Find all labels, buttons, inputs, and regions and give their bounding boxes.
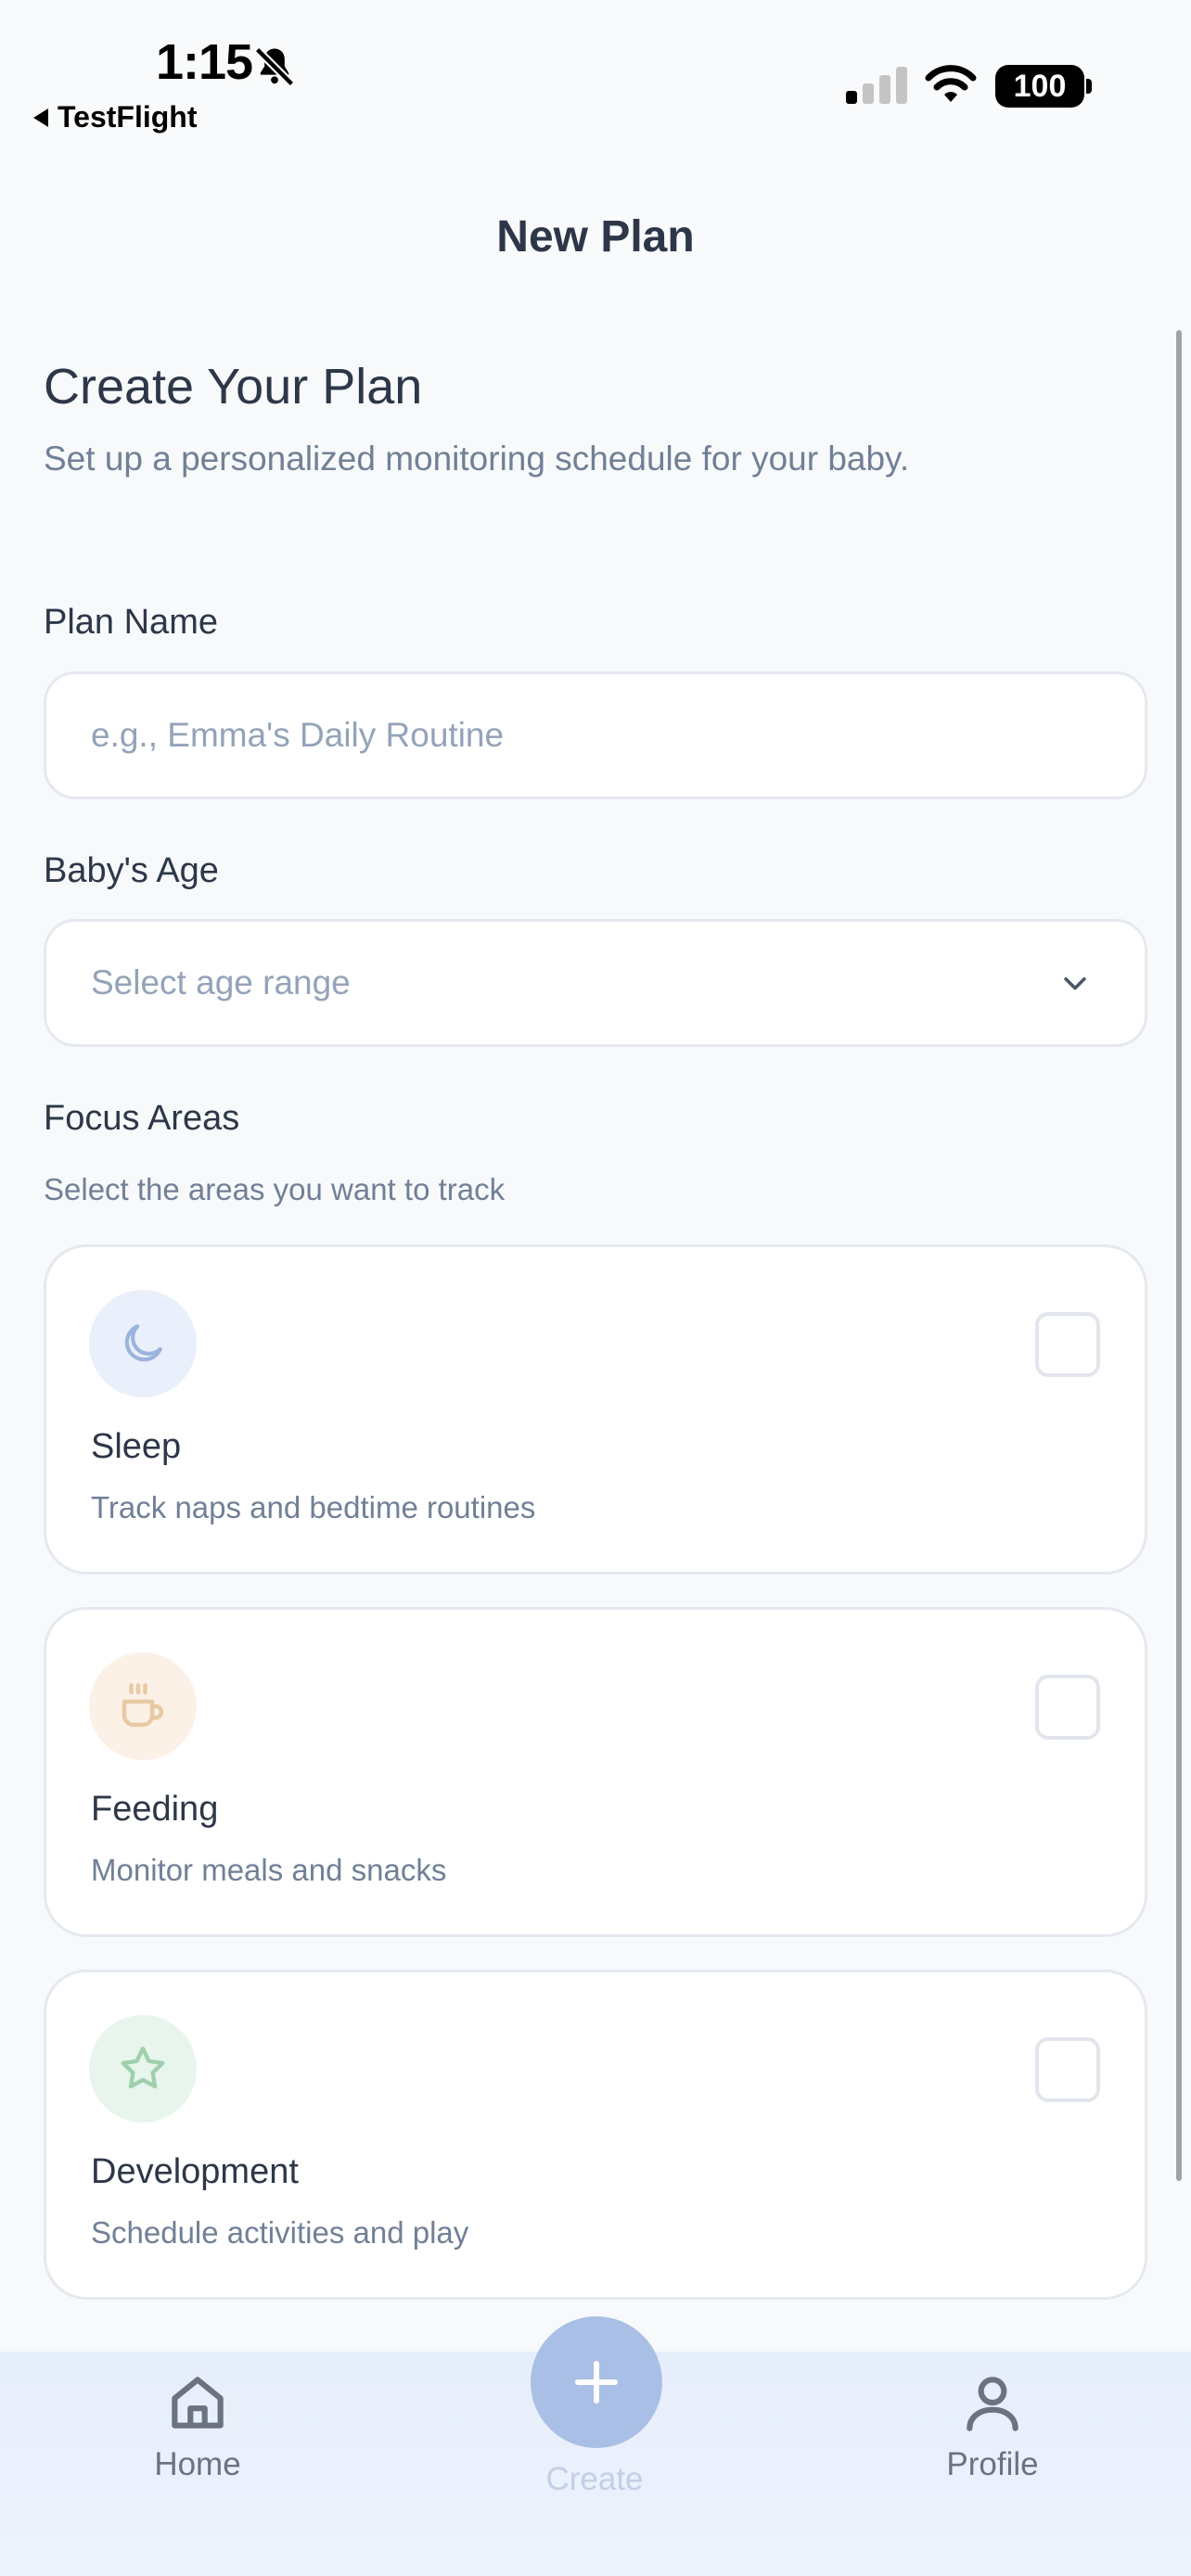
- back-to-testflight[interactable]: TestFlight: [33, 100, 198, 134]
- tab-profile[interactable]: Profile: [900, 2368, 1085, 2483]
- focus-areas-hint: Select the areas you want to track: [44, 1172, 506, 1206]
- tab-profile-label: Profile: [946, 2446, 1039, 2482]
- focus-card-feeding[interactable]: Feeding Monitor meals and snacks: [44, 1607, 1147, 1937]
- form-subheading: Set up a personalized monitoring schedul…: [44, 440, 910, 478]
- focus-card-description: Monitor meals and snacks: [91, 1853, 447, 1887]
- tab-home-label: Home: [154, 2446, 241, 2482]
- development-icon-badge: [89, 2015, 197, 2123]
- focus-card-description: Track naps and bedtime routines: [91, 1490, 536, 1524]
- status-bar: 1:15 TestFlight 100: [0, 0, 1191, 148]
- baby-age-select[interactable]: Select age range: [44, 919, 1147, 1047]
- back-arrow-icon: [33, 108, 48, 127]
- focus-card-title: Development: [91, 2152, 299, 2191]
- status-time: 1:15: [156, 34, 253, 90]
- plan-name-input[interactable]: e.g., Emma's Daily Routine: [44, 671, 1147, 799]
- page-title: New Plan: [496, 211, 695, 261]
- star-icon: [121, 2047, 165, 2089]
- tab-create-label[interactable]: Create: [502, 2461, 687, 2498]
- home-icon: [172, 2377, 224, 2429]
- focus-card-title: Sleep: [91, 1427, 182, 1466]
- battery-indicator: 100: [995, 65, 1092, 108]
- wifi-icon: [925, 65, 977, 102]
- chevron-down-icon: [1064, 976, 1086, 990]
- focus-areas-label: Focus Areas: [44, 1099, 240, 1138]
- nav-header: New Plan: [0, 167, 1191, 306]
- feeding-checkbox[interactable]: [1035, 1675, 1100, 1740]
- focus-card-title: Feeding: [91, 1790, 219, 1829]
- bell-muted-icon: [254, 46, 295, 87]
- plus-icon: [575, 2361, 618, 2404]
- tab-bar: Home Create Profile: [0, 2316, 1191, 2576]
- baby-age-label: Baby's Age: [44, 851, 219, 890]
- back-app-label: TestFlight: [58, 100, 198, 134]
- sleep-checkbox[interactable]: [1035, 1312, 1100, 1377]
- cellular-signal-icon: [846, 67, 907, 104]
- focus-card-development[interactable]: Development Schedule activities and play: [44, 1970, 1147, 2300]
- scrollbar[interactable]: [1176, 330, 1182, 2181]
- form-heading: Create Your Plan: [44, 359, 423, 414]
- user-icon: [967, 2377, 1018, 2431]
- moon-icon: [124, 1324, 162, 1362]
- tab-home[interactable]: Home: [105, 2368, 290, 2483]
- feeding-icon-badge: [89, 1652, 197, 1760]
- focus-card-description: Schedule activities and play: [91, 2215, 469, 2250]
- create-button[interactable]: [531, 2316, 662, 2448]
- sleep-icon-badge: [89, 1290, 197, 1397]
- focus-card-sleep[interactable]: Sleep Track naps and bedtime routines: [44, 1244, 1147, 1575]
- development-checkbox[interactable]: [1035, 2037, 1100, 2102]
- coffee-cup-icon: [122, 1683, 164, 1728]
- plan-name-label: Plan Name: [44, 603, 218, 642]
- plan-name-placeholder: e.g., Emma's Daily Routine: [91, 716, 505, 754]
- baby-age-selected: Select age range: [91, 963, 351, 1001]
